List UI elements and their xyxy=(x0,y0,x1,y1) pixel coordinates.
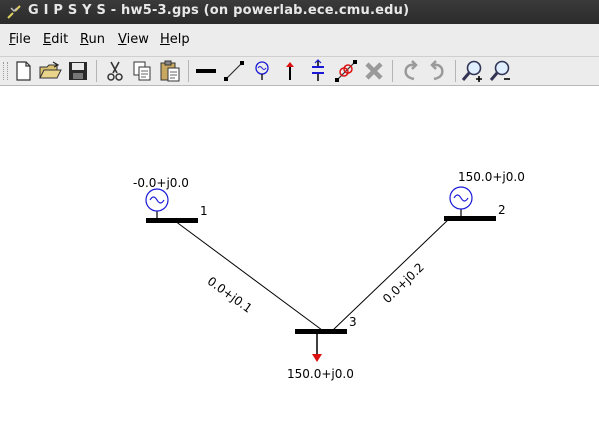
menu-help[interactable]: Help xyxy=(160,32,190,47)
menu-file[interactable]: File xyxy=(9,32,31,47)
paste-icon[interactable] xyxy=(158,59,182,83)
save-icon[interactable] xyxy=(66,59,90,83)
open-folder-icon[interactable] xyxy=(38,59,62,83)
undo-icon[interactable] xyxy=(398,59,422,83)
one-line-diagram xyxy=(145,186,496,362)
line-tool-icon[interactable] xyxy=(222,59,246,83)
transformer-tool-icon[interactable] xyxy=(334,59,358,83)
load-tool-icon[interactable] xyxy=(278,59,302,83)
load-3-value: 150.0+j0.0 xyxy=(287,367,354,381)
line-2-3[interactable] xyxy=(332,217,451,331)
generator-2-value: 150.0+j0.0 xyxy=(458,170,525,184)
load-3-arrow-icon[interactable] xyxy=(312,354,322,362)
toolbar-separator xyxy=(188,60,189,82)
bus-1-label: 1 xyxy=(200,204,208,218)
bus-2[interactable] xyxy=(444,216,496,221)
bus-tool-icon[interactable] xyxy=(194,59,218,83)
menu-bar: File Edit Run View Help xyxy=(0,24,599,56)
toolbar-separator xyxy=(455,60,456,82)
bus-1[interactable] xyxy=(146,218,198,223)
generator-1-value: -0.0+j0.0 xyxy=(133,176,189,190)
toolbar-separator xyxy=(96,60,97,82)
app-icon xyxy=(7,5,21,19)
zoom-out-icon[interactable] xyxy=(489,59,513,83)
bus-3[interactable] xyxy=(295,329,347,334)
line-1-3[interactable] xyxy=(174,220,323,331)
menu-edit[interactable]: Edit xyxy=(43,32,68,47)
capacitor-tool-icon[interactable] xyxy=(306,59,330,83)
zoom-in-icon[interactable] xyxy=(461,59,485,83)
bus-3-label: 3 xyxy=(349,315,357,329)
diagram-canvas[interactable]: -0.0+j0.0 1 150.0+j0.0 2 3 150.0+j0.0 0.… xyxy=(0,86,599,446)
copy-icon[interactable] xyxy=(130,59,154,83)
redo-icon[interactable] xyxy=(426,59,450,83)
toolbar xyxy=(0,56,599,86)
menu-run[interactable]: Run xyxy=(80,32,105,47)
toolbar-separator xyxy=(392,60,393,82)
title-bar: G I P S Y S - hw5-3.gps (on powerlab.ece… xyxy=(0,0,599,24)
menu-view[interactable]: View xyxy=(118,32,149,47)
generator-tool-icon[interactable] xyxy=(250,59,274,83)
bus-2-label: 2 xyxy=(498,203,506,217)
window-title: G I P S Y S - hw5-3.gps (on powerlab.ece… xyxy=(28,3,410,18)
delete-icon[interactable] xyxy=(362,59,386,83)
cut-icon[interactable] xyxy=(103,59,127,83)
new-file-icon[interactable] xyxy=(11,59,35,83)
toolbar-grip[interactable] xyxy=(3,62,8,80)
